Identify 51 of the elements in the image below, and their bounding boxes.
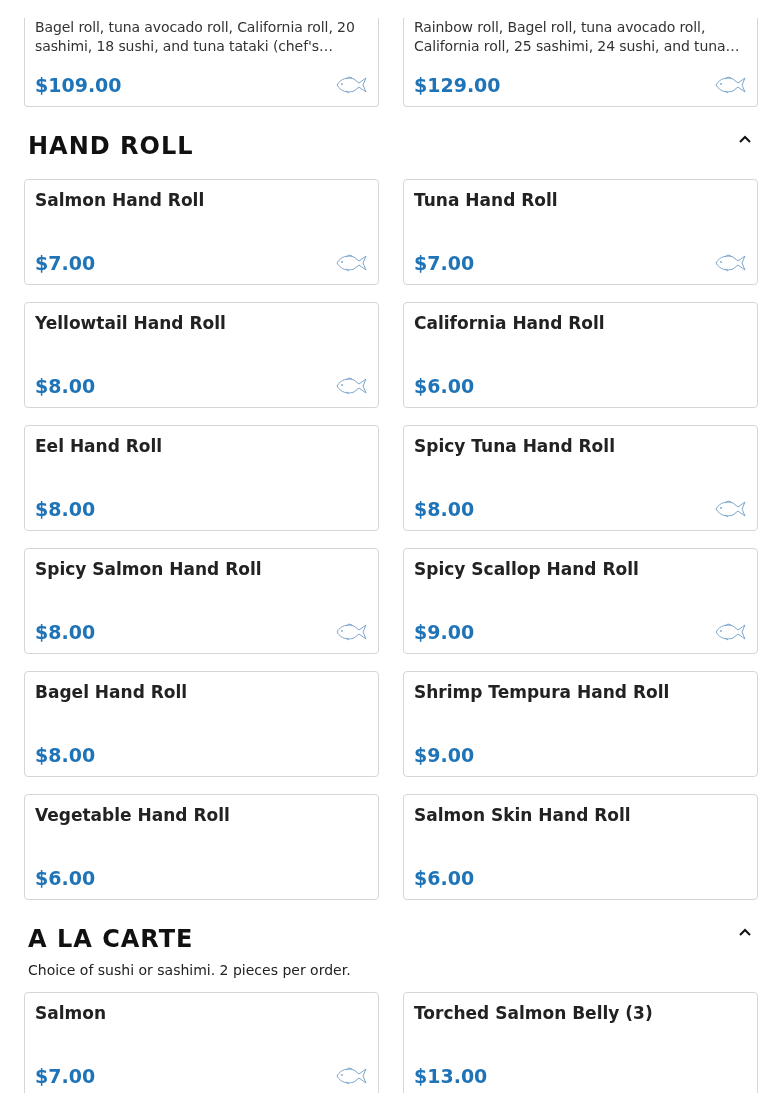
item-name: Salmon Skin Hand Roll	[414, 805, 632, 825]
item-name: Spicy Salmon Hand Roll	[35, 559, 263, 579]
menu-item-card[interactable]: Eel Hand Roll $8.00	[24, 425, 379, 531]
menu-item-card[interactable]: Spicy Tuna Hand Roll $8.00	[403, 425, 758, 531]
item-name: Torched Salmon Belly (3)	[414, 1003, 654, 1023]
menu-item-card[interactable]: Tuna Hand Roll $7.00	[403, 179, 758, 285]
menu-item-card[interactable]: Rainbow roll, Bagel roll, tuna avocado roll, California roll, 25 sashimi, 24 sushi, and tuna… $129.00	[403, 18, 758, 107]
menu-item-card[interactable]: Torched Salmon Belly (3) $13.00	[403, 992, 758, 1093]
section-description: Choice of sushi or sashimi. 2 pieces per order.	[28, 962, 352, 978]
section-title: HAND ROLL	[28, 132, 194, 160]
item-price: $9.00	[414, 744, 475, 766]
item-price: $7.00	[35, 1065, 96, 1087]
item-price: $7.00	[414, 252, 475, 274]
item-price: $8.00	[414, 498, 475, 520]
section-title: A LA CARTE	[28, 925, 194, 953]
menu-item-card[interactable]: Salmon Hand Roll $7.00	[24, 179, 379, 285]
item-description: Rainbow roll, Bagel roll, tuna avocado roll, California roll, 25 sashimi, 24 sushi, and tuna…	[414, 18, 741, 56]
menu-item-card[interactable]: Bagel roll, tuna avocado roll, California roll, 20 sashimi, 18 sushi, and tuna tataki (chef's… $109.00	[24, 18, 379, 107]
item-price: $129.00	[414, 74, 501, 96]
menu-item-card[interactable]: Bagel Hand Roll $8.00	[24, 671, 379, 777]
menu-item-card[interactable]: Salmon Skin Hand Roll $6.00	[403, 794, 758, 900]
item-name: Eel Hand Roll	[35, 436, 164, 456]
menu-item-card[interactable]: Salmon $7.00	[24, 992, 379, 1093]
item-name: Salmon Hand Roll	[35, 190, 206, 210]
item-price: $9.00	[414, 621, 475, 643]
item-name: Yellowtail Hand Roll	[35, 313, 227, 333]
item-name: Salmon	[35, 1003, 108, 1023]
item-price: $8.00	[35, 744, 96, 766]
item-name: California Hand Roll	[414, 313, 606, 333]
item-description: Bagel roll, tuna avocado roll, California roll, 20 sashimi, 18 sushi, and tuna tataki (chef's…	[35, 18, 356, 56]
item-price: $8.00	[35, 498, 96, 520]
item-price: $6.00	[35, 867, 96, 889]
item-name: Shrimp Tempura Hand Roll	[414, 682, 671, 702]
item-price: $6.00	[414, 375, 475, 397]
item-name: Spicy Scallop Hand Roll	[414, 559, 640, 579]
menu-item-card[interactable]: Yellowtail Hand Roll $8.00	[24, 302, 379, 408]
menu-item-card[interactable]: Vegetable Hand Roll $6.00	[24, 794, 379, 900]
item-price: $109.00	[35, 74, 122, 96]
item-price: $6.00	[414, 867, 475, 889]
item-name: Bagel Hand Roll	[35, 682, 189, 702]
menu-item-card[interactable]: Shrimp Tempura Hand Roll $9.00	[403, 671, 758, 777]
item-name: Tuna Hand Roll	[414, 190, 559, 210]
menu-item-card[interactable]: Spicy Scallop Hand Roll $9.00	[403, 548, 758, 654]
item-price: $7.00	[35, 252, 96, 274]
item-name: Spicy Tuna Hand Roll	[414, 436, 616, 456]
item-price: $13.00	[414, 1065, 488, 1087]
menu-item-card[interactable]: Spicy Salmon Hand Roll $8.00	[24, 548, 379, 654]
menu-item-card[interactable]: California Hand Roll $6.00	[403, 302, 758, 408]
item-price: $8.00	[35, 621, 96, 643]
item-name: Vegetable Hand Roll	[35, 805, 231, 825]
item-price: $8.00	[35, 375, 96, 397]
